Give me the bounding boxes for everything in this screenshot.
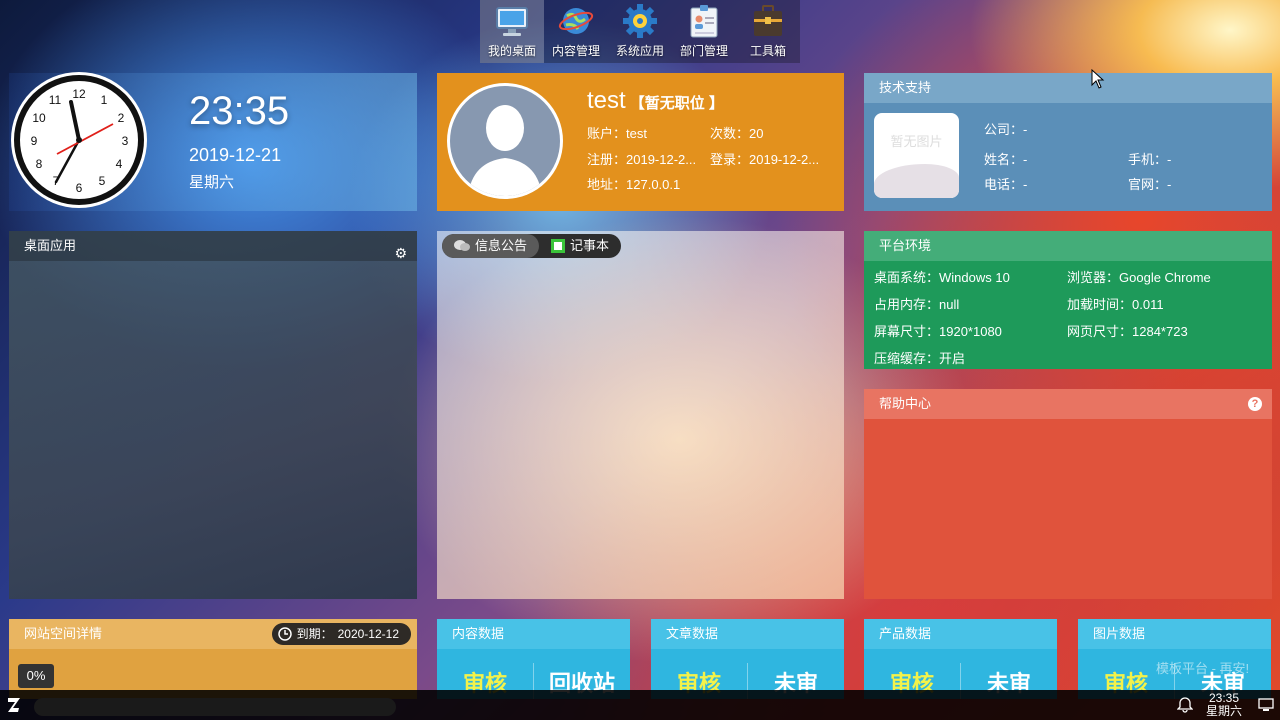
contact-name-field: 姓名：-: [984, 152, 1028, 167]
svg-text:9: 9: [31, 134, 38, 148]
panel-title: 帮助中心 ?: [864, 389, 1272, 419]
current-date: 2019-12-21: [189, 145, 282, 165]
nav-content-manage[interactable]: 内容管理: [544, 0, 608, 63]
address-field: 地址：127.0.0.1: [587, 177, 681, 192]
no-image-placeholder: 暂无图片: [874, 113, 959, 198]
question-mark-icon[interactable]: ?: [1248, 397, 1262, 411]
article-data-card: 文章数据 审核 未审: [651, 619, 844, 699]
panel-title: 图片数据: [1078, 619, 1271, 649]
company-field: 公司：-: [984, 122, 1028, 137]
svg-text:3: 3: [122, 134, 129, 148]
taskbar-bar[interactable]: [34, 698, 396, 716]
env-screen-size: 屏幕尺寸：1920*1080: [874, 324, 1002, 339]
id-card-icon: [686, 3, 722, 39]
settings-gear-icon[interactable]: ⚙: [394, 238, 407, 268]
notice-panel: 信息公告 记事本: [437, 231, 844, 599]
notebook-icon: [551, 239, 566, 253]
panel-title: 桌面应用 ⚙: [9, 231, 417, 261]
account-field: 账户：test: [587, 126, 647, 141]
svg-text:4: 4: [116, 157, 123, 171]
tech-support-panel: 技术支持 暂无图片 公司：- 姓名：- 手机：- 电话：- 官网：-: [864, 73, 1272, 211]
globe-icon: [558, 3, 594, 39]
start-logo-icon[interactable]: [6, 696, 22, 714]
panel-title: 产品数据: [864, 619, 1057, 649]
nav-toolbox[interactable]: 工具箱: [736, 0, 800, 63]
help-center-panel: 帮助中心 ?: [864, 389, 1272, 599]
register-field: 注册：2019-12-2...: [587, 152, 697, 167]
clock-icon: [277, 627, 292, 641]
panel-title: 网站空间详情 到期： 2020-12-12: [9, 619, 417, 649]
nav-label: 工具箱: [749, 44, 786, 58]
env-load-time: 加载时间：0.011: [1067, 297, 1164, 312]
product-data-card: 产品数据 审核 未审: [864, 619, 1057, 699]
show-desktop-icon[interactable]: [1258, 698, 1274, 712]
tab-notice[interactable]: 信息公告: [442, 234, 540, 258]
username: test 【暂无职位 】: [587, 87, 724, 114]
notice-tabs: 信息公告 记事本: [442, 234, 622, 258]
clock-widget: 121234567891011 23:35 2019-12-21 星期六: [9, 72, 417, 211]
taskbar-clock[interactable]: 23:35 星期六: [1206, 692, 1242, 718]
login-field: 登录：2019-12-2...: [710, 152, 820, 167]
env-page-size: 网页尺寸：1284*723: [1067, 324, 1188, 339]
analog-clock: 121234567891011: [11, 72, 147, 208]
gear-icon: [622, 3, 658, 39]
svg-text:2: 2: [118, 111, 125, 125]
content-data-card: 内容数据 审核 回收站: [437, 619, 630, 699]
nav-my-desktop[interactable]: 我的桌面: [480, 0, 544, 63]
svg-text:5: 5: [99, 174, 106, 188]
env-os: 桌面系统：Windows 10: [874, 270, 1010, 285]
usage-percent: 0%: [18, 664, 54, 688]
count-field: 次数：20: [710, 126, 764, 141]
panel-title: 文章数据: [651, 619, 844, 649]
nav-label: 系统应用: [615, 44, 664, 58]
top-nav: 我的桌面 内容管理 系统应用 部门管理 工具箱: [480, 0, 800, 63]
tab-notebook[interactable]: 记事本: [539, 234, 621, 258]
toolbox-icon: [750, 3, 786, 39]
mouse-cursor-icon: [1091, 69, 1105, 89]
panel-title: 技术支持: [864, 73, 1272, 103]
nav-label: 我的桌面: [487, 44, 536, 58]
svg-text:10: 10: [32, 111, 46, 125]
chat-bubble-icon: [454, 240, 470, 251]
panel-title: 平台环境: [864, 231, 1272, 261]
svg-text:11: 11: [49, 93, 62, 107]
watermark-text: 模板平台 - 再安!: [1156, 661, 1250, 676]
user-profile-card: test 【暂无职位 】 账户：test 次数：20 注册：2019-12-2..…: [437, 73, 844, 211]
platform-env-panel: 平台环境 桌面系统：Windows 10 浏览器：Google Chrome 占…: [864, 231, 1272, 369]
user-role: 【暂无职位 】: [629, 95, 724, 112]
nav-system-apps[interactable]: 系统应用: [608, 0, 672, 63]
website-field: 官网：-: [1128, 177, 1172, 192]
mobile-field: 手机：-: [1128, 152, 1172, 167]
expire-badge: 到期： 2020-12-12: [271, 623, 411, 645]
env-browser: 浏览器：Google Chrome: [1067, 270, 1211, 285]
phone-field: 电话：-: [984, 177, 1028, 192]
desktop-apps-panel: 桌面应用 ⚙: [9, 231, 417, 599]
svg-text:1: 1: [101, 93, 108, 107]
monitor-icon: [494, 3, 530, 39]
bell-icon[interactable]: [1177, 697, 1193, 713]
site-space-panel: 网站空间详情 到期： 2020-12-12 0%: [9, 619, 417, 699]
taskbar: 23:35 星期六: [0, 690, 1280, 720]
env-memory: 占用内存：null: [874, 297, 960, 312]
panel-title: 内容数据: [437, 619, 630, 649]
svg-text:6: 6: [76, 181, 83, 195]
svg-text:12: 12: [72, 87, 86, 101]
nav-department-manage[interactable]: 部门管理: [672, 0, 736, 63]
nav-label: 部门管理: [679, 44, 728, 58]
user-silhouette-icon: [468, 105, 542, 196]
digital-time: 23:35: [189, 89, 290, 133]
avatar[interactable]: [447, 83, 563, 199]
env-cache: 压缩缓存：开启: [874, 351, 966, 366]
svg-text:8: 8: [36, 157, 43, 171]
current-weekday: 星期六: [189, 174, 235, 191]
nav-label: 内容管理: [551, 44, 600, 58]
